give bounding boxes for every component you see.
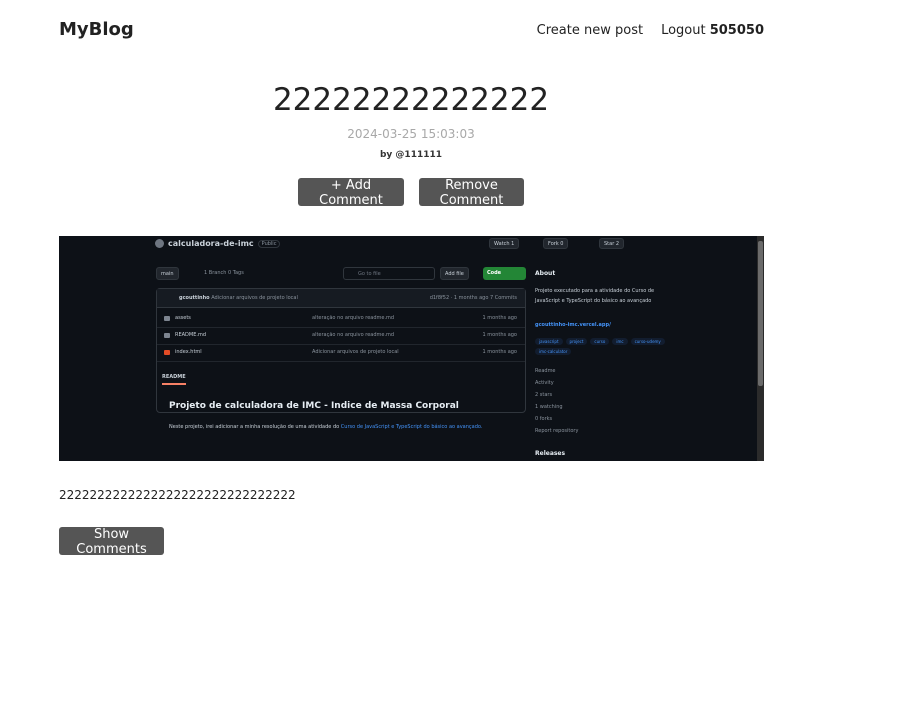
username: 505050	[709, 23, 764, 38]
file-time: 1 months ago	[482, 315, 518, 321]
add-comment-button[interactable]: + Add Comment	[298, 178, 404, 208]
topic-tag: imc	[612, 338, 628, 345]
branch-selector: main	[156, 267, 179, 280]
html-file-icon	[164, 350, 170, 355]
side-item-activity: Activity	[535, 380, 554, 386]
topic-tag: project	[565, 338, 588, 345]
about-link: gcouttinho-imc.vercel.app/	[535, 322, 611, 328]
post-date: 2024-03-25 15:03:03	[347, 127, 475, 141]
topic-tags: javascript project curso imc curso-udemy…	[535, 338, 665, 355]
commit-meta: d1f8f52 · 1 months ago 7 Commits	[429, 295, 517, 301]
readme-title: Projeto de calculadora de IMC - Indice d…	[169, 401, 459, 411]
file-row: README.md alteração no arquivo readme.md…	[157, 327, 525, 345]
file-name: index.html	[175, 349, 202, 355]
readme-text: Neste projeto, irei adicionar a minha re…	[169, 423, 509, 432]
file-message: alteração no arquivo readme.md	[312, 315, 395, 321]
side-item-watching: 1 watching	[535, 404, 563, 410]
top-nav: Create new post Logout 505050	[537, 23, 764, 38]
go-to-file-field: Go to file	[343, 267, 435, 280]
post-body: 2222222222222222222222222222222	[59, 488, 296, 502]
star-pill: Star 2	[599, 238, 625, 249]
create-post-link[interactable]: Create new post	[537, 23, 643, 38]
file-row: assets alteração no arquivo readme.md 1 …	[157, 310, 525, 328]
logout-label: Logout	[661, 23, 706, 38]
fork-pill: Fork 0	[543, 238, 569, 249]
post-title: 22222222222222	[272, 82, 550, 118]
watch-pill: Watch 1	[489, 238, 520, 249]
blog-post-page: MyBlog Create new post Logout 505050 222…	[0, 0, 918, 727]
commit-bar: gcouttinho Adicionar arquivos de projeto…	[157, 289, 525, 308]
remove-comment-button[interactable]: Remove Comment	[419, 178, 524, 208]
image-scrollbar	[757, 236, 764, 461]
markdown-file-icon	[164, 333, 170, 338]
file-row: index.html Adicionar arquivos de projeto…	[157, 344, 525, 362]
topic-tag: imc-calculator	[535, 348, 572, 355]
releases-heading: Releases	[535, 450, 566, 457]
file-name: assets	[175, 315, 191, 321]
readme-link: Curso de JavaScript e TypeScript do bási…	[340, 424, 483, 430]
file-time: 1 months ago	[482, 332, 518, 338]
topic-tag: curso	[590, 338, 610, 345]
readme-tab: README	[162, 374, 186, 385]
side-item-readme: Readme	[535, 368, 556, 374]
side-item-forks: 0 forks	[535, 416, 553, 422]
file-message: Adicionar arquivos de projeto local	[312, 349, 399, 355]
commit-author: gcouttinho	[179, 295, 210, 301]
side-item-report: Report repository	[535, 428, 579, 434]
repo-header: calculadora-de-imc Public	[155, 239, 281, 248]
file-time: 1 months ago	[482, 349, 518, 355]
about-text: Projeto executado para a atividade do Cu…	[535, 288, 655, 304]
topic-tag: javascript	[535, 338, 563, 345]
file-table: gcouttinho Adicionar arquivos de projeto…	[156, 288, 526, 413]
file-name: README.md	[175, 332, 207, 338]
add-file-pill: Add file	[440, 267, 469, 280]
about-title: About	[535, 270, 556, 277]
repo-avatar	[155, 239, 164, 248]
folder-icon	[164, 316, 170, 321]
repo-visibility: Public	[257, 239, 281, 248]
logout-link[interactable]: Logout 505050	[661, 23, 764, 38]
post-cover-image: calculadora-de-imc Public Watch 1 Fork 0…	[59, 236, 764, 461]
commit-message: Adicionar arquivos de projeto local	[211, 295, 298, 301]
branch-meta: 1 Branch 0 Tags	[204, 270, 244, 276]
file-message: alteração no arquivo readme.md	[312, 332, 395, 338]
topic-tag: curso-udemy	[630, 338, 665, 345]
image-scrollbar-thumb	[758, 241, 763, 386]
side-item-stars: 2 stars	[535, 392, 553, 398]
readme-text-body: Neste projeto, irei adicionar a minha re…	[169, 424, 341, 430]
show-comments-button[interactable]: Show Comments	[59, 527, 164, 557]
code-pill: Code	[483, 267, 526, 280]
repo-name: calculadora-de-imc	[168, 239, 254, 248]
site-logo[interactable]: MyBlog	[59, 19, 134, 40]
post-author: by @111111	[379, 150, 442, 160]
